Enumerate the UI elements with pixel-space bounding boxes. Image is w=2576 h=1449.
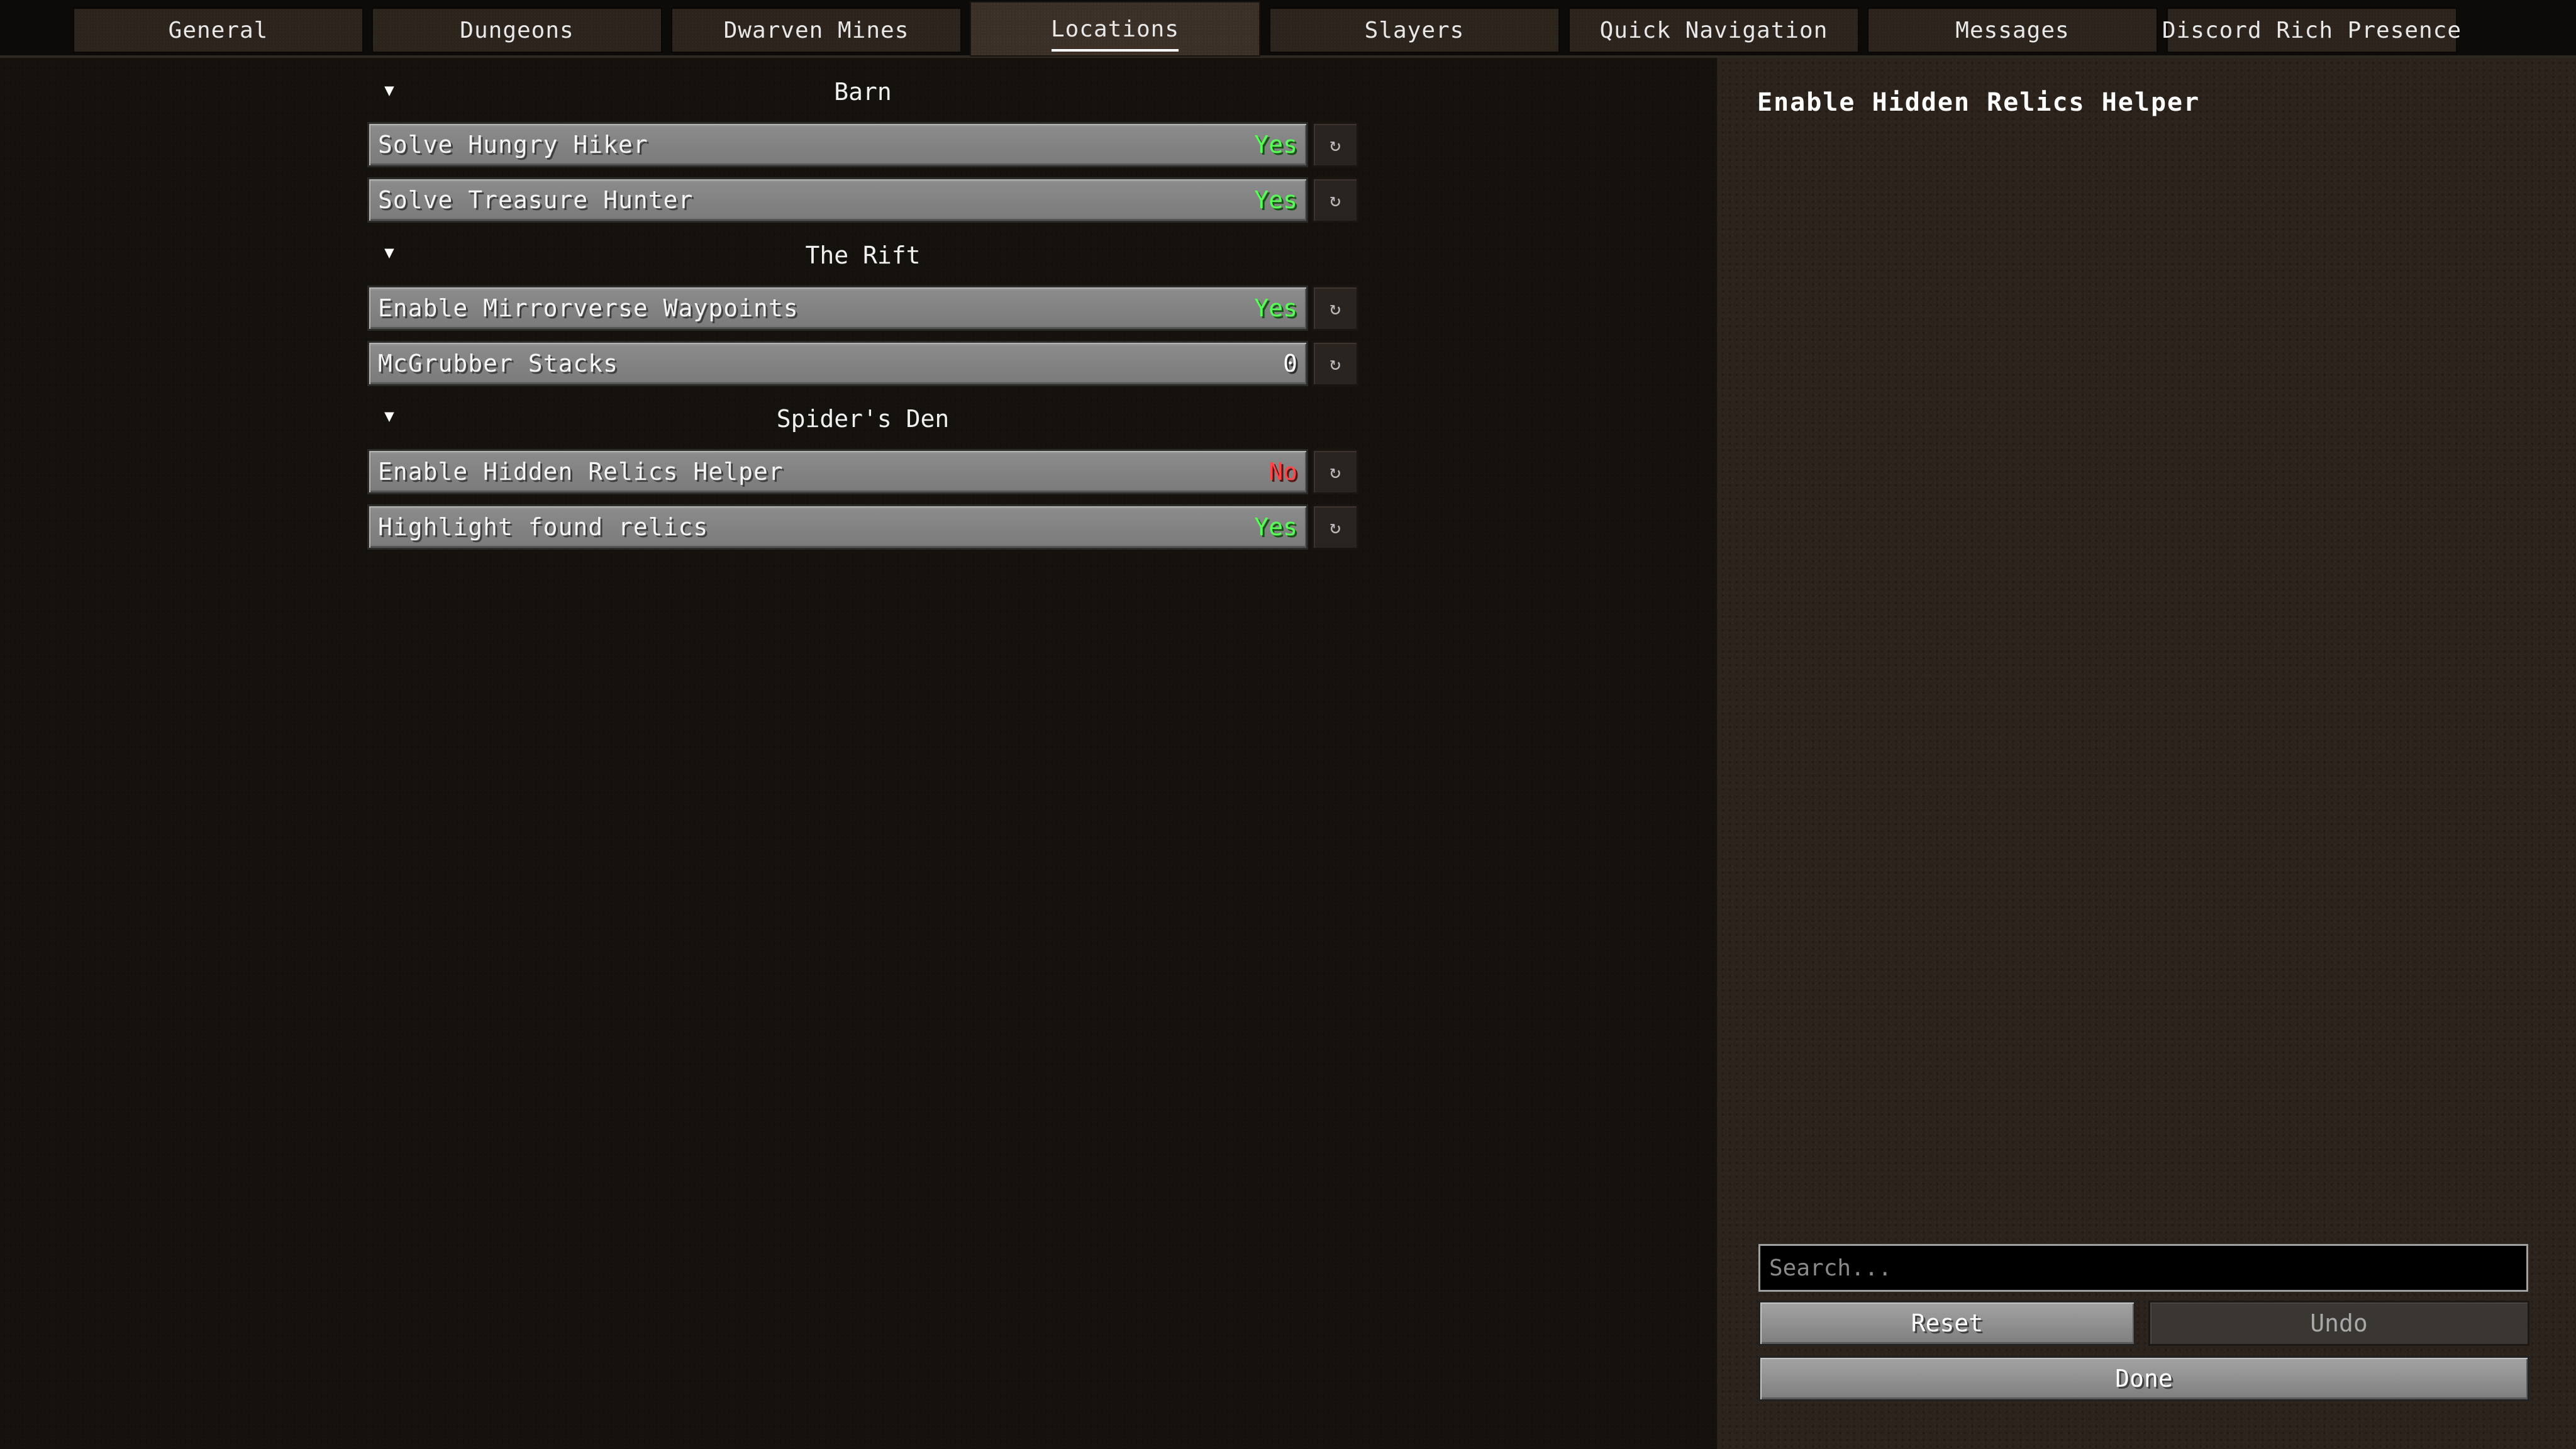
tab-general[interactable]: General (73, 8, 364, 53)
option-value: Yes (1254, 294, 1297, 322)
section-header-spiders-den: Spider's Den (776, 405, 950, 433)
reset-option-icon[interactable]: ↻ (1312, 449, 1358, 494)
tab-slayers[interactable]: Slayers (1269, 8, 1560, 53)
option-label: Enable Hidden Relics Helper (378, 458, 784, 486)
option-value: Yes (1254, 186, 1297, 214)
tab-messages[interactable]: Messages (1867, 8, 2158, 53)
tab-label: General (168, 17, 269, 43)
option-solve-treasure-hunter[interactable]: Solve Treasure Hunter Yes (367, 177, 1308, 223)
section-header-barn: Barn (834, 78, 892, 106)
options-list-panel: ▼ Barn Solve Hungry Hiker Yes ↻ Solve Tr… (0, 58, 1717, 1449)
tab-discord-rich-presence[interactable]: Discord Rich Presence (2162, 8, 2461, 53)
tab-label: Dungeons (460, 17, 574, 43)
option-enable-mirrorverse-waypoints[interactable]: Enable Mirrorverse Waypoints Yes (367, 286, 1308, 331)
option-label: Solve Hungry Hiker (378, 131, 648, 158)
active-tab-indicator (1052, 49, 1179, 52)
option-value: No (1269, 458, 1297, 486)
option-label: Enable Mirrorverse Waypoints (378, 294, 799, 322)
tab-label: Messages (1955, 17, 2070, 43)
option-value: Yes (1254, 513, 1297, 541)
reset-option-icon[interactable]: ↻ (1312, 286, 1358, 331)
option-highlight-found-relics[interactable]: Highlight found relics Yes (367, 504, 1308, 550)
reset-option-icon[interactable]: ↻ (1312, 122, 1358, 167)
done-button[interactable]: Done (1758, 1356, 2529, 1401)
tab-label: Dwarven Mines (723, 17, 909, 43)
tab-label: Quick Navigation (1599, 17, 1828, 43)
undo-button[interactable]: Undo (2148, 1301, 2529, 1346)
option-solve-hungry-hiker[interactable]: Solve Hungry Hiker Yes (367, 122, 1308, 167)
tab-quick-navigation[interactable]: Quick Navigation (1568, 8, 1859, 53)
option-mcgrubber-stacks[interactable]: McGrubber Stacks 0 (367, 341, 1308, 386)
option-label: Solve Treasure Hunter (378, 186, 694, 214)
reset-option-icon[interactable]: ↻ (1312, 341, 1358, 386)
reset-option-icon[interactable]: ↻ (1312, 177, 1358, 223)
tab-label: Discord Rich Presence (2162, 17, 2462, 43)
option-value: 0 (1283, 350, 1297, 377)
option-enable-hidden-relics-helper[interactable]: Enable Hidden Relics Helper No (367, 449, 1308, 494)
description-panel: Enable Hidden Relics Helper Reset Undo D… (1717, 58, 2576, 1449)
tab-dwarven-mines[interactable]: Dwarven Mines (671, 8, 962, 53)
tab-label: Slayers (1364, 17, 1465, 43)
reset-button[interactable]: Reset (1758, 1301, 2136, 1346)
option-label: Highlight found relics (378, 513, 709, 541)
category-tab-bar: General Dungeons Dwarven Mines Locations… (0, 0, 2576, 58)
tab-dungeons[interactable]: Dungeons (372, 8, 662, 53)
option-label: McGrubber Stacks (378, 350, 619, 377)
search-input[interactable] (1758, 1244, 2528, 1292)
section-header-the-rift: The Rift (805, 242, 921, 269)
reset-option-icon[interactable]: ↻ (1312, 504, 1358, 550)
option-value: Yes (1254, 131, 1297, 158)
tab-label: Locations (1050, 16, 1180, 42)
description-title: Enable Hidden Relics Helper (1757, 88, 2201, 117)
tab-locations[interactable]: Locations (970, 1, 1260, 57)
